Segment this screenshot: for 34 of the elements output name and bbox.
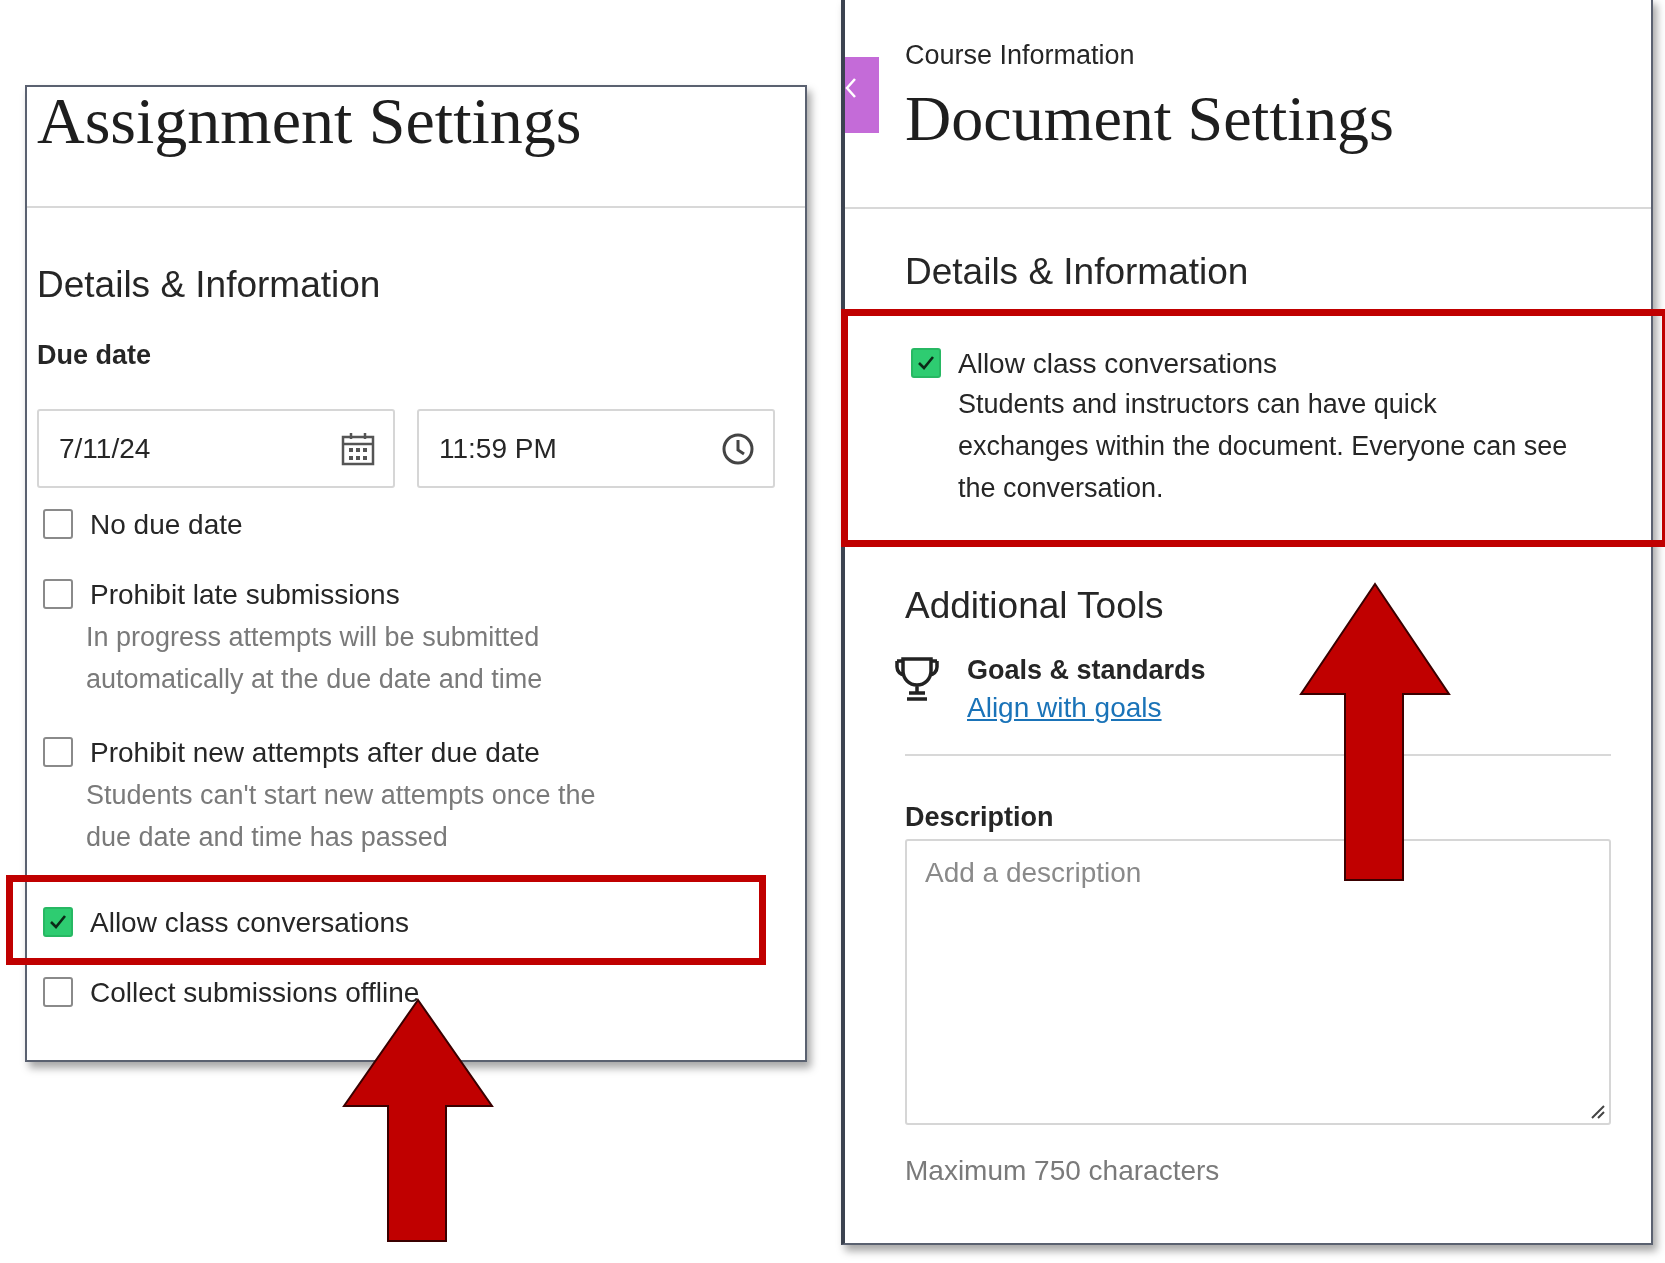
- breadcrumb: Course Information: [905, 40, 1136, 71]
- checkmark-icon: [917, 355, 935, 371]
- help-text: In progress attempts will be submitted automatically at the due date and time: [86, 621, 544, 696]
- chevron-left-icon: [845, 77, 857, 99]
- section-heading: Details & Information: [905, 251, 1250, 293]
- checkbox-label: Allow class conversations: [90, 906, 410, 940]
- help-text: Students and instructors can have quick exchanges within the document. Everyone can see the conversation.: [958, 388, 1569, 505]
- section-heading: Details & Information: [37, 264, 382, 306]
- resize-grip-icon: [1591, 1105, 1605, 1119]
- checkbox[interactable]: [911, 348, 941, 378]
- checkbox[interactable]: [43, 579, 73, 609]
- checkbox[interactable]: [43, 509, 73, 539]
- checkbox[interactable]: [43, 907, 73, 937]
- trophy-icon: [893, 655, 941, 703]
- date-field[interactable]: 7/11/24: [37, 409, 395, 488]
- field-label: Due date: [37, 340, 153, 371]
- calendar-icon: [341, 431, 375, 466]
- field-label: Description: [905, 802, 1055, 833]
- checkbox[interactable]: [43, 977, 73, 1007]
- section-heading: Additional Tools: [905, 585, 1165, 627]
- tool-name: Goals & standards: [967, 655, 1206, 686]
- clock-icon: [721, 431, 755, 466]
- checkbox-label: Allow class conversations: [958, 347, 1279, 381]
- character-limit-hint: Maximum 750 characters: [905, 1155, 1221, 1187]
- time-field[interactable]: 11:59 PM: [417, 409, 775, 488]
- help-text: Students can't start new attempts once the due date and time has passed: [86, 779, 597, 854]
- checkbox[interactable]: [43, 737, 73, 767]
- checkbox-label: Collect submissions offline: [90, 976, 420, 1010]
- checkbox-label: Prohibit new attempts after due date: [90, 736, 541, 770]
- checkmark-icon: [49, 914, 67, 930]
- checkbox-label: No due date: [90, 508, 243, 542]
- collapse-tab[interactable]: [845, 57, 879, 133]
- checkbox-label: Prohibit late submissions: [90, 578, 401, 612]
- align-goals-link[interactable]: Align with goals: [967, 692, 1162, 724]
